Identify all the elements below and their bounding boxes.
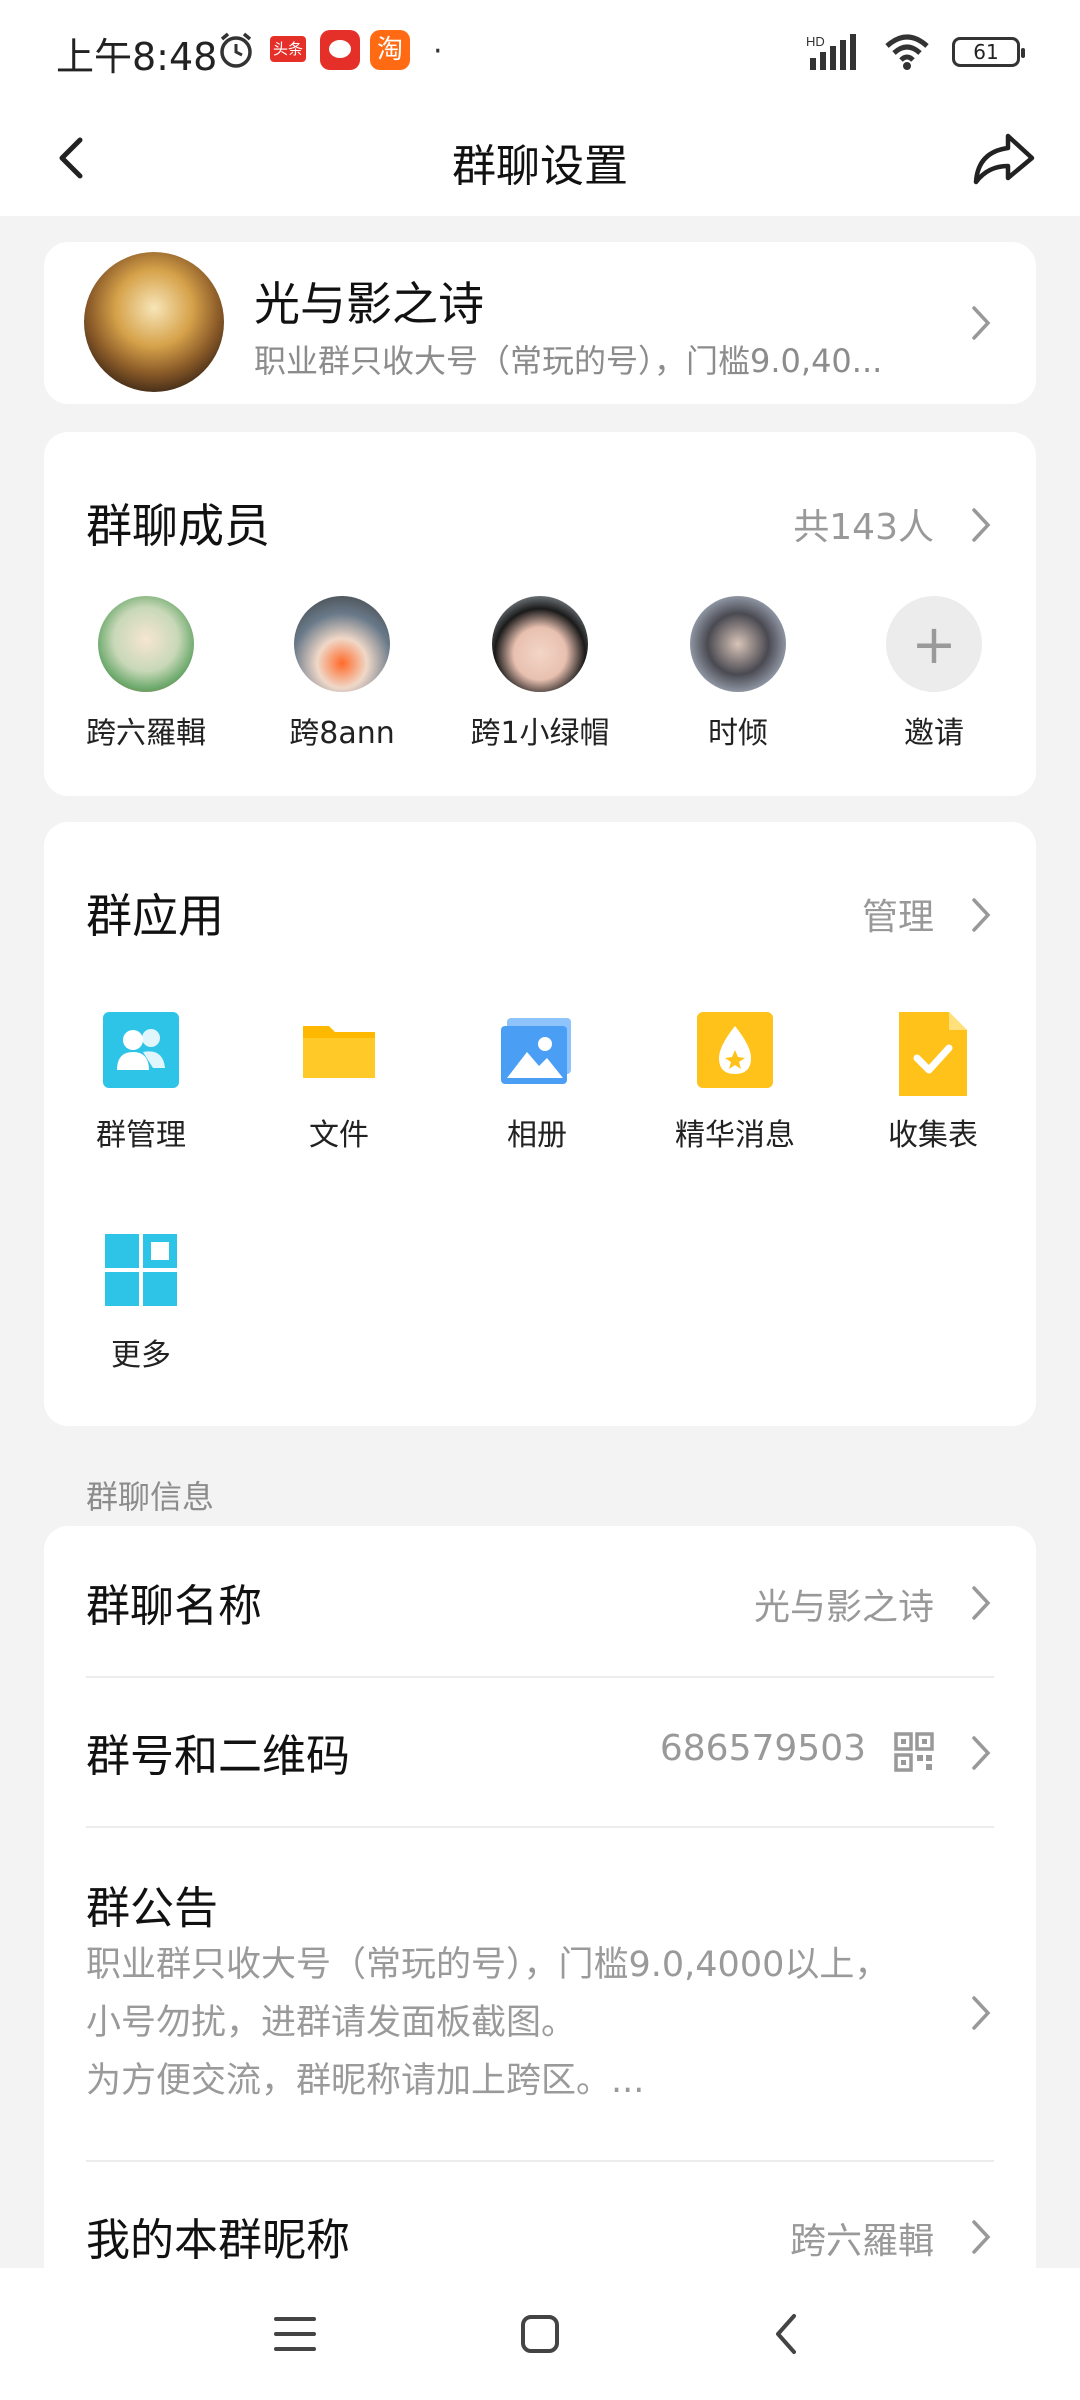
form-icon — [895, 1012, 971, 1096]
plus-icon: + — [886, 596, 982, 692]
alarm-icon — [220, 32, 252, 68]
pinduoduo-icon — [320, 30, 360, 70]
status-dot: · — [433, 34, 443, 69]
album-icon — [499, 1012, 575, 1088]
members-count[interactable]: 共143人 — [793, 498, 934, 550]
home-icon[interactable] — [520, 2314, 560, 2354]
back-nav-icon[interactable] — [770, 2312, 802, 2356]
menu-icon[interactable] — [274, 2314, 316, 2354]
member-avatar — [98, 596, 194, 692]
app-label: 文件 — [309, 1118, 369, 1153]
system-nav-bar — [0, 2268, 1080, 2400]
divider — [86, 1826, 994, 1828]
app-label: 群管理 — [96, 1118, 186, 1153]
essence-icon — [697, 1012, 773, 1088]
invite-button[interactable]: + 邀请 — [854, 596, 1014, 752]
battery-indicator: 61 — [952, 37, 1025, 67]
chevron-right-icon — [972, 306, 991, 340]
member-name: 时倾 — [708, 716, 768, 751]
invite-label: 邀请 — [904, 716, 964, 751]
taobao-icon: 淘 — [370, 30, 410, 70]
divider — [86, 2160, 994, 2162]
chevron-right-icon[interactable] — [970, 1584, 992, 1622]
status-time: 上午8:48 — [56, 35, 218, 79]
toutiao-icon: 头条 — [270, 36, 306, 62]
member-item[interactable]: 时倾 — [658, 596, 818, 752]
member-avatar — [690, 596, 786, 692]
chevron-right-icon[interactable] — [970, 1994, 992, 2032]
more-icon — [103, 1232, 179, 1308]
group-description: 职业群只收大号（常玩的号），门槛9.0,40... — [254, 342, 883, 380]
group-info-card: 群聊名称 光与影之诗 群号和二维码 686579503 群公告 职业群只收大号（… — [44, 1526, 1036, 2296]
nav-bar: 群聊设置 — [0, 100, 1080, 216]
members-title: 群聊成员 — [86, 499, 270, 553]
app-album[interactable]: 相册 — [452, 1012, 622, 1154]
app-essence[interactable]: 精华消息 — [650, 1012, 820, 1154]
chevron-right-icon[interactable] — [970, 2218, 992, 2256]
apps-manage[interactable]: 管理 — [862, 888, 934, 940]
member-item[interactable]: 跨8ann — [262, 596, 422, 752]
my-nickname-label: 我的本群昵称 — [86, 2215, 350, 2266]
group-number-value[interactable]: 686579503 — [660, 1728, 866, 1769]
notice-line: 职业群只收大号（常玩的号），门槛9.0,4000以上， — [86, 1945, 890, 1985]
divider — [86, 1676, 994, 1678]
member-name: 跨1小绿帽 — [470, 716, 610, 751]
hd-label: HD — [806, 34, 825, 49]
app-label: 精华消息 — [675, 1118, 795, 1153]
group-name-label: 群聊名称 — [86, 1581, 262, 1632]
apps-card: 群应用 管理 群管理 文件 相册 精华消息 收集表 更多 — [44, 822, 1036, 1426]
section-caption: 群聊信息 — [86, 1478, 215, 1516]
member-item[interactable]: 跨六羅輯 — [66, 596, 226, 752]
chevron-right-icon[interactable] — [970, 506, 992, 544]
notice-line: 小号勿扰，进群请发面板截图。 — [86, 2003, 577, 2043]
member-item[interactable]: 跨1小绿帽 — [460, 596, 620, 752]
members-card: 群聊成员 共143人 跨六羅輯 跨8ann 跨1小绿帽 时倾 + 邀请 — [44, 432, 1036, 796]
app-group-manage[interactable]: 群管理 — [56, 1012, 226, 1154]
member-name: 跨六羅輯 — [86, 716, 206, 751]
group-notice-content[interactable]: 职业群只收大号（常玩的号），门槛9.0,4000以上， 小号勿扰，进群请发面板截… — [86, 1936, 966, 2110]
page-title: 群聊设置 — [452, 141, 628, 192]
member-avatar — [492, 596, 588, 692]
group-notice-label: 群公告 — [86, 1883, 218, 1934]
my-nickname-value[interactable]: 跨六羅輯 — [790, 2212, 934, 2264]
group-name: 光与影之诗 — [254, 277, 484, 331]
folder-icon — [301, 1012, 377, 1088]
chevron-right-icon[interactable] — [970, 896, 992, 934]
group-avatar — [84, 252, 224, 392]
qr-code-icon[interactable] — [894, 1732, 934, 1772]
status-bar: 上午8:48 头条 淘 · HD 61 — [0, 0, 1080, 100]
chevron-right-icon[interactable] — [970, 1734, 992, 1772]
group-profile-card[interactable]: 光与影之诗 职业群只收大号（常玩的号），门槛9.0,40... — [44, 242, 1036, 404]
app-label: 相册 — [507, 1118, 567, 1153]
notice-line: 为方便交流，群昵称请加上跨区。... — [86, 2061, 645, 2101]
app-form[interactable]: 收集表 — [848, 1012, 1018, 1154]
group-manage-icon — [103, 1012, 179, 1088]
wifi-icon — [885, 34, 929, 70]
signal-icon: HD — [806, 34, 856, 70]
app-label: 收集表 — [888, 1118, 978, 1153]
share-icon[interactable] — [968, 122, 1040, 194]
app-label: 更多 — [111, 1338, 171, 1373]
member-name: 跨8ann — [289, 716, 395, 751]
app-files[interactable]: 文件 — [254, 1012, 424, 1154]
group-name-value[interactable]: 光与影之诗 — [754, 1578, 934, 1630]
app-more[interactable]: 更多 — [56, 1232, 226, 1374]
apps-title: 群应用 — [86, 889, 224, 943]
group-number-label: 群号和二维码 — [86, 1731, 350, 1782]
member-avatar — [294, 596, 390, 692]
